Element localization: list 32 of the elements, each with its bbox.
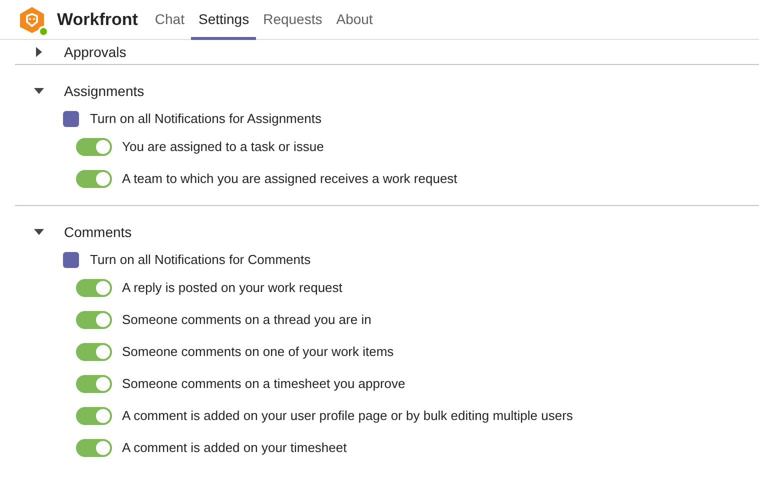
toggle-label: A team to which you are assigned receives a work request bbox=[122, 170, 458, 188]
toggle-label: A reply is posted on your work request bbox=[122, 279, 342, 298]
section-title: Assignments bbox=[64, 82, 144, 101]
toggle-label: Someone comments on a timesheet you approve bbox=[122, 375, 406, 394]
toggle-switch[interactable] bbox=[76, 170, 112, 188]
section-title: Comments bbox=[64, 222, 132, 242]
toggle-label: A comment is added on your timesheet bbox=[122, 439, 347, 458]
toggle-switch[interactable] bbox=[76, 407, 112, 425]
checkbox-label: Turn on all Notifications for Comments bbox=[90, 251, 311, 270]
toggle-switch[interactable] bbox=[76, 279, 112, 297]
caret-right-icon[interactable] bbox=[34, 47, 44, 57]
toggle-label: You are assigned to a task or issue bbox=[122, 138, 324, 156]
toggle-switch[interactable] bbox=[76, 375, 112, 393]
toggle-switch[interactable] bbox=[76, 311, 112, 329]
checkbox-label: Turn on all Notifications for Assignments bbox=[90, 110, 322, 128]
toggle-label: Someone comments on a thread you are in bbox=[122, 311, 372, 330]
toggle-label: A comment is added on your user profile page or by bulk editing multiple users bbox=[122, 407, 573, 426]
caret-down-icon[interactable] bbox=[34, 227, 44, 237]
section-title: Approvals bbox=[64, 42, 126, 62]
tab[interactable]: About bbox=[329, 0, 380, 40]
app-logo-icon bbox=[18, 6, 46, 34]
toggle-switch[interactable] bbox=[76, 138, 112, 156]
tab[interactable]: Settings bbox=[191, 0, 256, 40]
checkbox[interactable] bbox=[63, 111, 79, 127]
toggle-switch[interactable] bbox=[76, 343, 112, 361]
app-title: Workfront bbox=[57, 8, 138, 31]
checkbox[interactable] bbox=[63, 252, 79, 268]
tab[interactable]: Chat bbox=[148, 0, 192, 40]
toggle-label: Someone comments on one of your work items bbox=[122, 343, 394, 362]
caret-down-icon[interactable] bbox=[34, 86, 44, 96]
tab[interactable]: Requests bbox=[256, 0, 330, 40]
toggle-switch[interactable] bbox=[76, 439, 112, 457]
